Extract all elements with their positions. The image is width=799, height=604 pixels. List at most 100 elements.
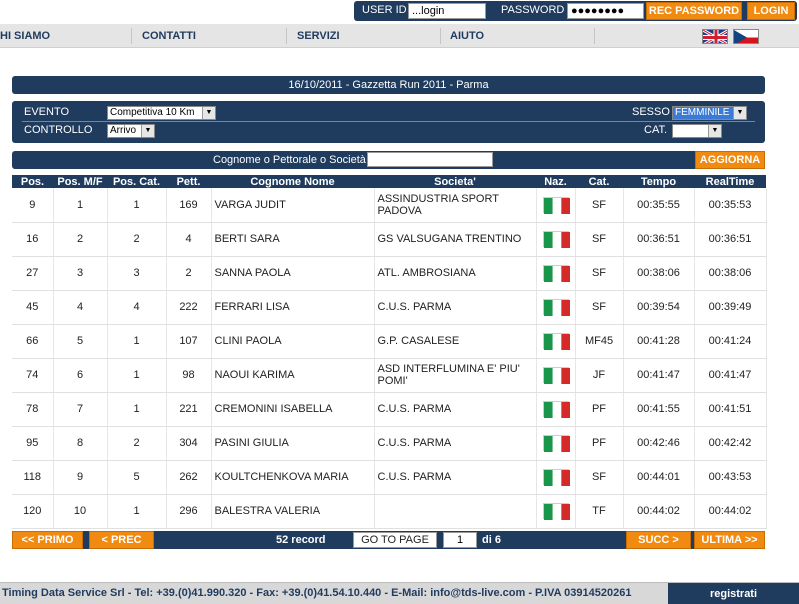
column-header: Tempo: [623, 175, 694, 188]
name-cell: CLINI PAOLA: [211, 324, 375, 359]
club-cell: ASSINDUSTRIA SPORT PADOVA: [374, 188, 537, 223]
column-header: RealTime: [694, 175, 766, 188]
chevron-down-icon: ▼: [141, 125, 154, 137]
realtime-cell: 00:43:53: [694, 460, 767, 495]
goto-page-button[interactable]: GO TO PAGE: [353, 532, 437, 548]
time-cell: 00:36:51: [623, 222, 695, 257]
pos-mf-cell: 4: [53, 290, 108, 325]
club-cell: G.P. CASALESE: [374, 324, 537, 359]
footer-contact-text: Timing Data Service Srl - Tel: +39.(0)41…: [2, 587, 632, 599]
first-page-button[interactable]: << PRIMO: [12, 531, 83, 549]
category-cell: SF: [575, 222, 624, 257]
nav-divider: [594, 28, 595, 44]
next-page-button[interactable]: SUCC >: [626, 531, 691, 549]
category-cell: PF: [575, 426, 624, 461]
column-header: Cognome Nome: [211, 175, 374, 188]
category-cell: MF45: [575, 324, 624, 359]
nationality-cell: [536, 358, 576, 393]
realtime-cell: 00:38:06: [694, 256, 767, 291]
bib-cell: 107: [166, 324, 212, 359]
column-header: Pett.: [166, 175, 211, 188]
name-cell: FERRARI LISA: [211, 290, 375, 325]
table-row[interactable]: 16 2 2 4 BERTI SARA GS VALSUGANA TRENTINO SF 00…: [12, 222, 767, 257]
nav-divider: [286, 28, 287, 44]
aggiorna-button[interactable]: AGGIORNA: [695, 151, 765, 169]
uk-flag-icon[interactable]: [702, 29, 728, 44]
pos-cat-cell: 1: [107, 188, 167, 223]
nav-item-aiuto[interactable]: AIUTO: [450, 24, 484, 48]
pos-mf-cell: 1: [53, 188, 108, 223]
table-row[interactable]: 45 4 4 222 FERRARI LISA C.U.S. PARMA SF 00:39:5…: [12, 290, 767, 325]
name-cell: BALESTRA VALERIA: [211, 494, 375, 529]
password-label: PASSWORD: [501, 4, 565, 16]
userid-input[interactable]: [408, 3, 486, 19]
name-cell: PASINI GIULIA: [211, 426, 375, 461]
bib-cell: 169: [166, 188, 212, 223]
pos-cell: 66: [12, 324, 54, 359]
nav-item-contatti[interactable]: CONTATTI: [142, 24, 196, 48]
italy-flag-icon: [542, 401, 570, 418]
table-row[interactable]: 95 8 2 304 PASINI GIULIA C.U.S. PARMA PF 00:42:…: [12, 426, 767, 461]
table-row[interactable]: 78 7 1 221 CREMONINI ISABELLA C.U.S. PARMA PF 0…: [12, 392, 767, 427]
login-button[interactable]: LOGIN: [747, 2, 795, 20]
page-number-input[interactable]: [443, 532, 477, 548]
time-cell: 00:44:01: [623, 460, 695, 495]
evento-label: EVENTO: [24, 106, 70, 118]
bib-cell: 4: [166, 222, 212, 257]
nav-item-servizi[interactable]: SERVIZI: [297, 24, 340, 48]
pos-cell: 9: [12, 188, 54, 223]
cat-select[interactable]: ▼: [672, 124, 722, 138]
time-cell: 00:38:06: [623, 256, 695, 291]
table-row[interactable]: 27 3 3 2 SANNA PAOLA ATL. AMBROSIANA SF 00:38:0…: [12, 256, 767, 291]
pos-cat-cell: 5: [107, 460, 167, 495]
nationality-cell: [536, 392, 576, 427]
controllo-select[interactable]: Arrivo ▼: [107, 124, 155, 138]
category-cell: JF: [575, 358, 624, 393]
userid-label: USER ID: [362, 4, 407, 16]
last-page-button[interactable]: ULTIMA >>: [694, 531, 765, 549]
pos-mf-cell: 2: [53, 222, 108, 257]
pos-mf-cell: 6: [53, 358, 108, 393]
time-cell: 00:42:46: [623, 426, 695, 461]
pos-cell: 78: [12, 392, 54, 427]
record-count: 52 record: [276, 534, 326, 546]
sesso-value: FEMMINILE: [675, 107, 730, 118]
register-button[interactable]: registrati: [668, 583, 799, 604]
realtime-cell: 00:41:24: [694, 324, 767, 359]
prev-page-button[interactable]: < PREC: [89, 531, 154, 549]
evento-select[interactable]: Competitiva 10 Km ▼: [107, 106, 216, 120]
table-row[interactable]: 120 10 1 296 BALESTRA VALERIA TF 00:44:02 00:44…: [12, 494, 767, 529]
pos-mf-cell: 10: [53, 494, 108, 529]
nationality-cell: [536, 188, 576, 223]
nationality-cell: [536, 494, 576, 529]
table-row[interactable]: 9 1 1 169 VARGA JUDIT ASSINDUSTRIA SPORT PADO…: [12, 188, 767, 223]
pos-mf-cell: 8: [53, 426, 108, 461]
bib-cell: 222: [166, 290, 212, 325]
bib-cell: 221: [166, 392, 212, 427]
rec-password-button[interactable]: REC PASSWORD: [646, 2, 742, 20]
cz-flag-icon[interactable]: [733, 29, 759, 44]
table-row[interactable]: 66 5 1 107 CLINI PAOLA G.P. CASALESE MF45 00:41…: [12, 324, 767, 359]
nav-item-chi-siamo[interactable]: HI SIAMO: [0, 24, 50, 48]
filter-panel: EVENTO Competitiva 10 Km ▼ SESSO FEMMINI…: [12, 101, 765, 143]
password-input[interactable]: [567, 3, 644, 19]
club-cell: C.U.S. PARMA: [374, 460, 537, 495]
bib-cell: 262: [166, 460, 212, 495]
realtime-cell: 00:35:53: [694, 188, 767, 223]
table-row[interactable]: 118 9 5 262 KOULTCHENKOVA MARIA C.U.S. PARMA S…: [12, 460, 767, 495]
sesso-select[interactable]: FEMMINILE ▼: [672, 106, 747, 120]
pos-cell: 45: [12, 290, 54, 325]
column-header: Societa': [374, 175, 536, 188]
pos-cell: 95: [12, 426, 54, 461]
name-cell: SANNA PAOLA: [211, 256, 375, 291]
evento-value: Competitiva 10 Km: [110, 107, 195, 118]
column-header: Cat.: [575, 175, 623, 188]
footer: Timing Data Service Srl - Tel: +39.(0)41…: [0, 582, 799, 604]
column-header: Pos. Cat.: [107, 175, 166, 188]
table-row[interactable]: 74 6 1 98 NAOUI KARIMA ASD INTERFLUMINA E' PI…: [12, 358, 767, 393]
club-cell: GS VALSUGANA TRENTINO: [374, 222, 537, 257]
search-input[interactable]: [367, 152, 493, 167]
chevron-down-icon: ▼: [733, 107, 746, 119]
category-cell: TF: [575, 494, 624, 529]
bib-cell: 98: [166, 358, 212, 393]
